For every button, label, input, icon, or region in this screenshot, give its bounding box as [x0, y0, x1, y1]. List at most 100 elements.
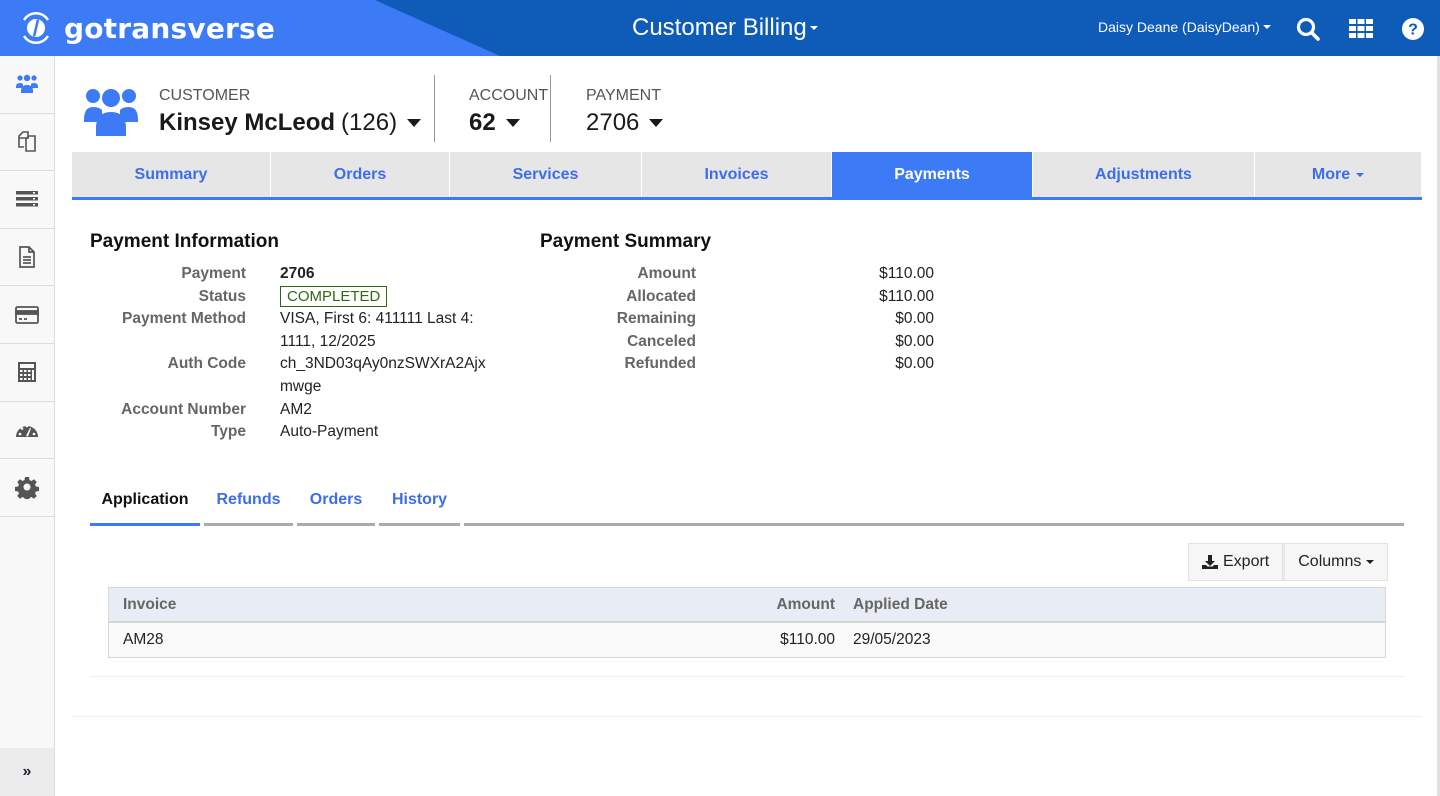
tab-more-label: More	[1311, 165, 1351, 183]
caret-down-icon	[809, 26, 818, 30]
svg-text:?: ?	[1408, 22, 1418, 39]
payment-dropdown[interactable]: 2706	[586, 109, 664, 137]
export-button[interactable]: Export	[1188, 543, 1284, 581]
divider	[434, 75, 435, 142]
tab-summary[interactable]: Summary	[72, 152, 271, 197]
payment-detail-tabs: Application Refunds Orders History	[90, 484, 1404, 526]
customer-dropdown[interactable]: Kinsey McLeod (126)	[159, 109, 422, 137]
account-label: ACCOUNT	[469, 87, 549, 104]
payment-information-title: Payment Information	[90, 231, 279, 252]
caret-down-icon	[1366, 560, 1375, 564]
column-header-amount[interactable]: Amount	[729, 596, 835, 614]
payment-number: 2706	[586, 109, 640, 136]
sidebar-item-invoices[interactable]	[0, 229, 54, 287]
caret-down-icon	[407, 119, 422, 127]
main-tabs: Summary Orders Services Invoices Payment…	[72, 152, 1422, 200]
sidebar-item-services[interactable]	[0, 171, 54, 229]
customer-group-icon	[84, 84, 138, 136]
tab-invoices[interactable]: Invoices	[642, 152, 832, 197]
columns-dropdown-button[interactable]: Columns	[1283, 543, 1389, 581]
sidebar-item-dashboard[interactable]	[0, 402, 54, 460]
tab-services[interactable]: Services	[450, 152, 642, 197]
app-switcher-dropdown[interactable]: Customer Billing	[632, 14, 818, 42]
caret-down-icon	[505, 119, 520, 127]
payment-method-value-line2: 1111, 12/2025	[280, 332, 376, 350]
customer-selector: CUSTOMER Kinsey McLeod (126)	[159, 87, 422, 137]
tab-adjustments[interactable]: Adjustments	[1033, 152, 1255, 197]
sidebar: »	[0, 56, 55, 796]
application-table: Invoice Amount Applied Date AM28 $110.00…	[108, 587, 1386, 658]
summary-label: Allocated	[626, 287, 696, 305]
brand-logo[interactable]: gotransverse	[18, 10, 275, 46]
field-label: Type	[210, 423, 246, 441]
export-label: Export	[1223, 553, 1270, 570]
table-row[interactable]: AM28 $110.00 29/05/2023	[109, 623, 1385, 657]
summary-label: Canceled	[627, 332, 696, 350]
apps-grid-icon[interactable]	[1348, 16, 1374, 42]
summary-canceled-value: $0.00	[895, 332, 934, 350]
divider	[550, 75, 551, 142]
account-selector: ACCOUNT 62	[469, 87, 548, 137]
account-dropdown[interactable]: 62	[469, 109, 548, 137]
sidebar-expand-button[interactable]: »	[0, 748, 54, 796]
invoice-icon	[19, 246, 35, 268]
invoice-cell: AM28	[123, 631, 164, 648]
sidebar-item-documents[interactable]	[0, 114, 54, 172]
credit-card-icon	[15, 305, 39, 324]
gotransverse-logo-icon	[22, 11, 50, 45]
tab-payments[interactable]: Payments	[832, 152, 1033, 197]
customer-label: CUSTOMER	[159, 87, 251, 104]
payment-information-fields: Payment 2706 Status COMPLETED Payment Me…	[90, 263, 490, 444]
help-icon[interactable]: ?	[1401, 17, 1425, 41]
auth-code-value-line1: ch_3ND03qAy0nzSWXrA2Ajx	[280, 355, 486, 373]
status-badge: COMPLETED	[280, 285, 388, 307]
field-label: Status	[198, 287, 246, 305]
services-list-icon	[16, 191, 38, 207]
payment-selector: PAYMENT 2706	[586, 87, 664, 137]
payment-type-value: Auto-Payment	[280, 423, 379, 441]
customer-id: (126)	[341, 109, 398, 136]
column-header-applied-date[interactable]: Applied Date	[835, 596, 1385, 614]
sidebar-item-payments[interactable]	[0, 286, 54, 344]
subtab-refunds[interactable]: Refunds	[204, 484, 293, 526]
payment-method-value-line1: VISA, First 6: 411111 Last 4:	[280, 310, 474, 328]
field-label: Payment	[181, 265, 246, 282]
auth-code-value-line2: mwge	[280, 377, 322, 395]
app-title: Customer Billing	[632, 14, 807, 41]
top-navigation-bar: gotransverse Customer Billing Daisy Dean…	[0, 0, 1440, 56]
subtab-application[interactable]: Application	[90, 484, 200, 526]
payment-id-value: 2706	[280, 265, 315, 282]
amount-cell: $110.00	[780, 631, 835, 648]
calculator-icon	[18, 362, 36, 383]
user-menu-dropdown[interactable]: Daisy Deane (DaisyDean)	[1098, 19, 1271, 35]
table-header-row: Invoice Amount Applied Date	[109, 588, 1385, 623]
payment-label: PAYMENT	[586, 87, 661, 104]
account-number-value: AM2	[280, 400, 312, 418]
field-label: Payment Method	[121, 310, 246, 328]
customer-name: Kinsey McLeod	[159, 109, 336, 136]
summary-amount-value: $110.00	[879, 265, 934, 282]
summary-allocated-value: $110.00	[879, 287, 934, 305]
payment-summary-fields: Amount $110.00 Allocated $110.00 Remaini…	[540, 263, 934, 376]
documents-icon	[18, 131, 36, 152]
download-icon	[1202, 555, 1218, 569]
subtab-history[interactable]: History	[379, 484, 460, 526]
column-header-invoice[interactable]: Invoice	[109, 596, 729, 614]
user-name: Daisy Deane (DaisyDean)	[1098, 19, 1260, 35]
applied-date-cell: 29/05/2023	[853, 631, 931, 648]
summary-label: Amount	[637, 265, 696, 282]
double-chevron-right-icon: »	[22, 763, 32, 780]
sidebar-item-rating[interactable]	[0, 344, 54, 402]
dashboard-gauge-icon	[16, 424, 38, 437]
tab-orders[interactable]: Orders	[271, 152, 450, 197]
summary-label: Refunded	[624, 355, 696, 373]
columns-label: Columns	[1298, 553, 1362, 570]
brand-name: gotransverse	[64, 11, 276, 45]
caret-down-icon	[1356, 172, 1365, 177]
tab-more-dropdown[interactable]: More	[1255, 152, 1422, 197]
search-icon[interactable]	[1295, 16, 1321, 42]
subtab-orders[interactable]: Orders	[297, 484, 375, 526]
subtab-filler	[464, 484, 1404, 526]
sidebar-item-settings[interactable]	[0, 459, 54, 517]
sidebar-item-customers[interactable]	[0, 56, 54, 114]
